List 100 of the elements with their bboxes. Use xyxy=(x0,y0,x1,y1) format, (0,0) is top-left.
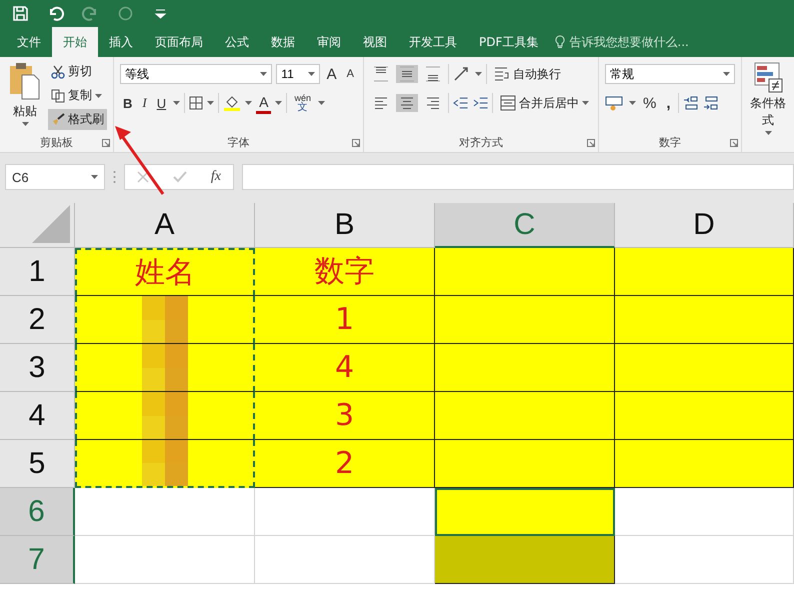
dialog-launcher-icon[interactable] xyxy=(730,139,738,147)
vertical-align-button[interactable] xyxy=(396,65,418,83)
shrink-font-button[interactable]: A xyxy=(344,67,357,81)
caret-icon xyxy=(308,72,315,76)
drag-handle-icon[interactable] xyxy=(113,170,116,184)
row-header[interactable]: 3 xyxy=(0,344,75,392)
group-label: 剪贴板 xyxy=(39,135,74,151)
dialog-launcher-icon[interactable] xyxy=(102,139,110,147)
caret-icon xyxy=(22,122,28,126)
font-color-button[interactable]: A xyxy=(256,92,272,114)
align-right-icon xyxy=(425,95,441,111)
row-header[interactable]: 2 xyxy=(0,296,75,344)
clipboard-icon xyxy=(8,61,42,101)
column-header[interactable]: C xyxy=(435,203,615,248)
row-header[interactable]: 7 xyxy=(0,536,75,584)
caret-icon xyxy=(245,101,252,105)
column-header[interactable]: B xyxy=(255,203,435,248)
row-header[interactable]: 4 xyxy=(0,392,75,440)
underline-button[interactable]: U xyxy=(154,94,170,112)
ribbon-tab[interactable]: 审阅 xyxy=(306,27,352,57)
orientation-icon[interactable] xyxy=(453,66,471,82)
ribbon-tab[interactable]: 开始 xyxy=(52,27,98,57)
dialog-launcher-icon[interactable] xyxy=(587,139,595,147)
column-header[interactable]: D xyxy=(615,203,794,248)
group-label: 数字 xyxy=(658,135,682,151)
phonetic-guide-button[interactable]: wén 文 xyxy=(291,92,314,114)
italic-button[interactable]: I xyxy=(139,94,150,112)
merge-center-button[interactable]: 合并后居中 xyxy=(497,92,592,114)
cut-button[interactable]: 剪切 xyxy=(48,61,107,82)
row-header[interactable]: 1 xyxy=(0,248,75,296)
column-header[interactable]: A xyxy=(75,203,255,248)
borders-icon[interactable] xyxy=(189,96,204,110)
increase-indent-icon[interactable] xyxy=(472,95,488,111)
table-cell: 数字 xyxy=(255,248,435,296)
horizontal-align-button[interactable] xyxy=(396,94,418,112)
wrap-text-button[interactable]: 自动换行 xyxy=(491,64,564,84)
caret-icon xyxy=(318,101,325,105)
redaction-mosaic xyxy=(142,440,188,486)
merge-cells-icon xyxy=(500,95,516,111)
checkmark-icon[interactable] xyxy=(172,171,187,183)
conditional-format-button[interactable]: 条件格式 xyxy=(748,61,788,135)
annotation-arrow xyxy=(112,124,166,196)
fill-color-icon[interactable] xyxy=(223,94,242,112)
paste-button[interactable]: 粘贴 xyxy=(6,61,44,134)
caret-icon xyxy=(260,72,268,76)
undo-icon[interactable] xyxy=(47,5,64,22)
percent-button[interactable]: % xyxy=(640,94,660,112)
redaction-mosaic xyxy=(142,296,188,343)
caret-icon xyxy=(95,94,102,98)
comma-button[interactable]: , xyxy=(663,94,674,112)
copy-icon xyxy=(51,88,65,102)
grow-font-button[interactable]: A xyxy=(324,64,340,84)
caret-icon xyxy=(723,72,730,76)
ribbon-tab[interactable]: 数据 xyxy=(260,27,306,57)
ribbon-tab[interactable]: PDF工具集 xyxy=(468,27,550,57)
scissors-icon xyxy=(51,64,65,78)
wrap-text-icon xyxy=(494,66,510,82)
caret-icon xyxy=(475,72,482,76)
table-cell: 姓名 xyxy=(75,248,255,296)
bold-button[interactable]: B xyxy=(120,94,136,112)
cancel-icon[interactable] xyxy=(136,171,149,183)
font-size-dropdown[interactable]: 11 xyxy=(276,64,320,84)
currency-icon[interactable] xyxy=(605,95,625,111)
dialog-launcher-icon[interactable] xyxy=(352,139,360,147)
align-top-icon xyxy=(373,66,389,82)
redaction-mosaic xyxy=(142,392,188,439)
caret-icon xyxy=(173,101,180,105)
ribbon-tab[interactable]: 公式 xyxy=(214,27,260,57)
ribbon-tab[interactable]: 文件 xyxy=(6,27,52,57)
name-box[interactable]: C6 xyxy=(5,164,105,190)
group-label: 对齐方式 xyxy=(458,135,504,151)
paintbrush-icon xyxy=(51,112,65,126)
increase-decimal-icon[interactable] xyxy=(682,95,699,111)
caret-icon xyxy=(629,101,636,105)
decrease-decimal-icon[interactable] xyxy=(702,95,719,111)
table-cell: 3 xyxy=(255,392,435,440)
row-header[interactable]: 6 xyxy=(0,488,75,536)
ribbon-tab[interactable]: 视图 xyxy=(352,27,398,57)
number-format-dropdown[interactable]: 常规 xyxy=(605,64,735,84)
table-cell: 4 xyxy=(255,344,435,392)
formula-input[interactable] xyxy=(242,164,794,190)
align-bottom-icon xyxy=(425,66,441,82)
lightbulb-icon xyxy=(555,35,566,49)
copy-button[interactable]: 复制 xyxy=(48,85,107,106)
align-left-icon xyxy=(373,95,389,111)
decrease-indent-icon[interactable] xyxy=(452,95,468,111)
save-icon[interactable] xyxy=(12,5,29,22)
align-center-icon xyxy=(399,95,415,111)
caret-icon xyxy=(275,101,282,105)
ribbon-tab[interactable]: 插入 xyxy=(98,27,144,57)
redaction-mosaic xyxy=(142,344,188,391)
tell-me-field[interactable]: 告诉我您想要做什么... xyxy=(555,27,689,57)
ribbon-tab[interactable]: 页面布局 xyxy=(144,27,214,57)
format-painter-button[interactable]: 格式刷 xyxy=(48,109,107,130)
font-name-dropdown[interactable]: 等线 xyxy=(120,64,272,84)
align-middle-icon xyxy=(399,66,415,82)
row-header[interactable]: 5 xyxy=(0,440,75,488)
insert-function-button[interactable]: fx xyxy=(210,169,221,185)
table-cell: 2 xyxy=(255,440,435,488)
ribbon-tab[interactable]: 开发工具 xyxy=(398,27,468,57)
